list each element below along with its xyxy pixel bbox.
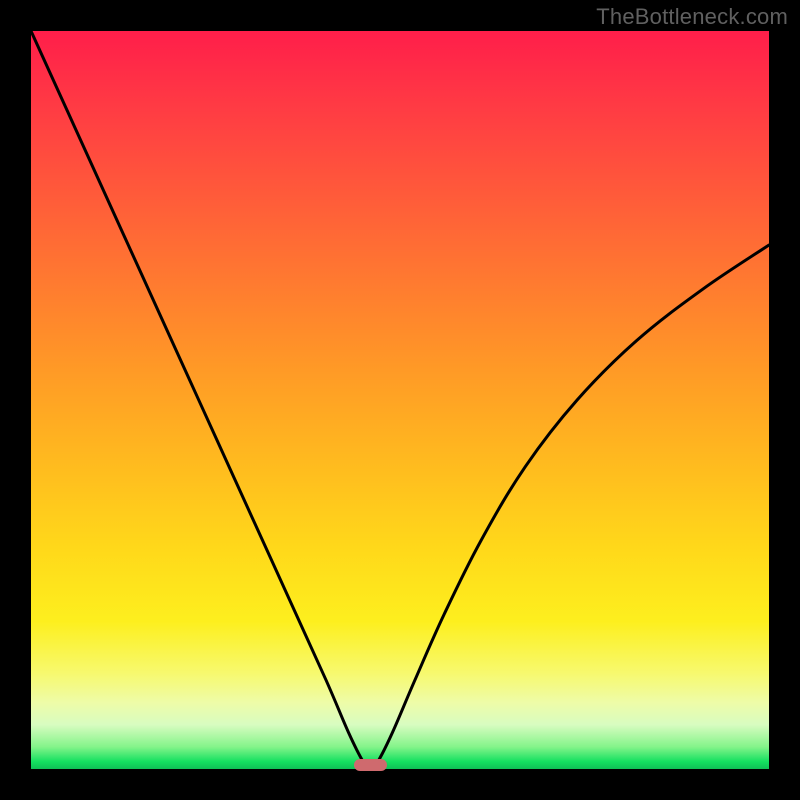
curve-svg [31, 31, 769, 769]
bottleneck-marker [354, 759, 387, 771]
plot-area [31, 31, 769, 769]
watermark-text: TheBottleneck.com [596, 4, 788, 30]
chart-frame: TheBottleneck.com [0, 0, 800, 800]
bottleneck-curve-path [31, 31, 769, 769]
